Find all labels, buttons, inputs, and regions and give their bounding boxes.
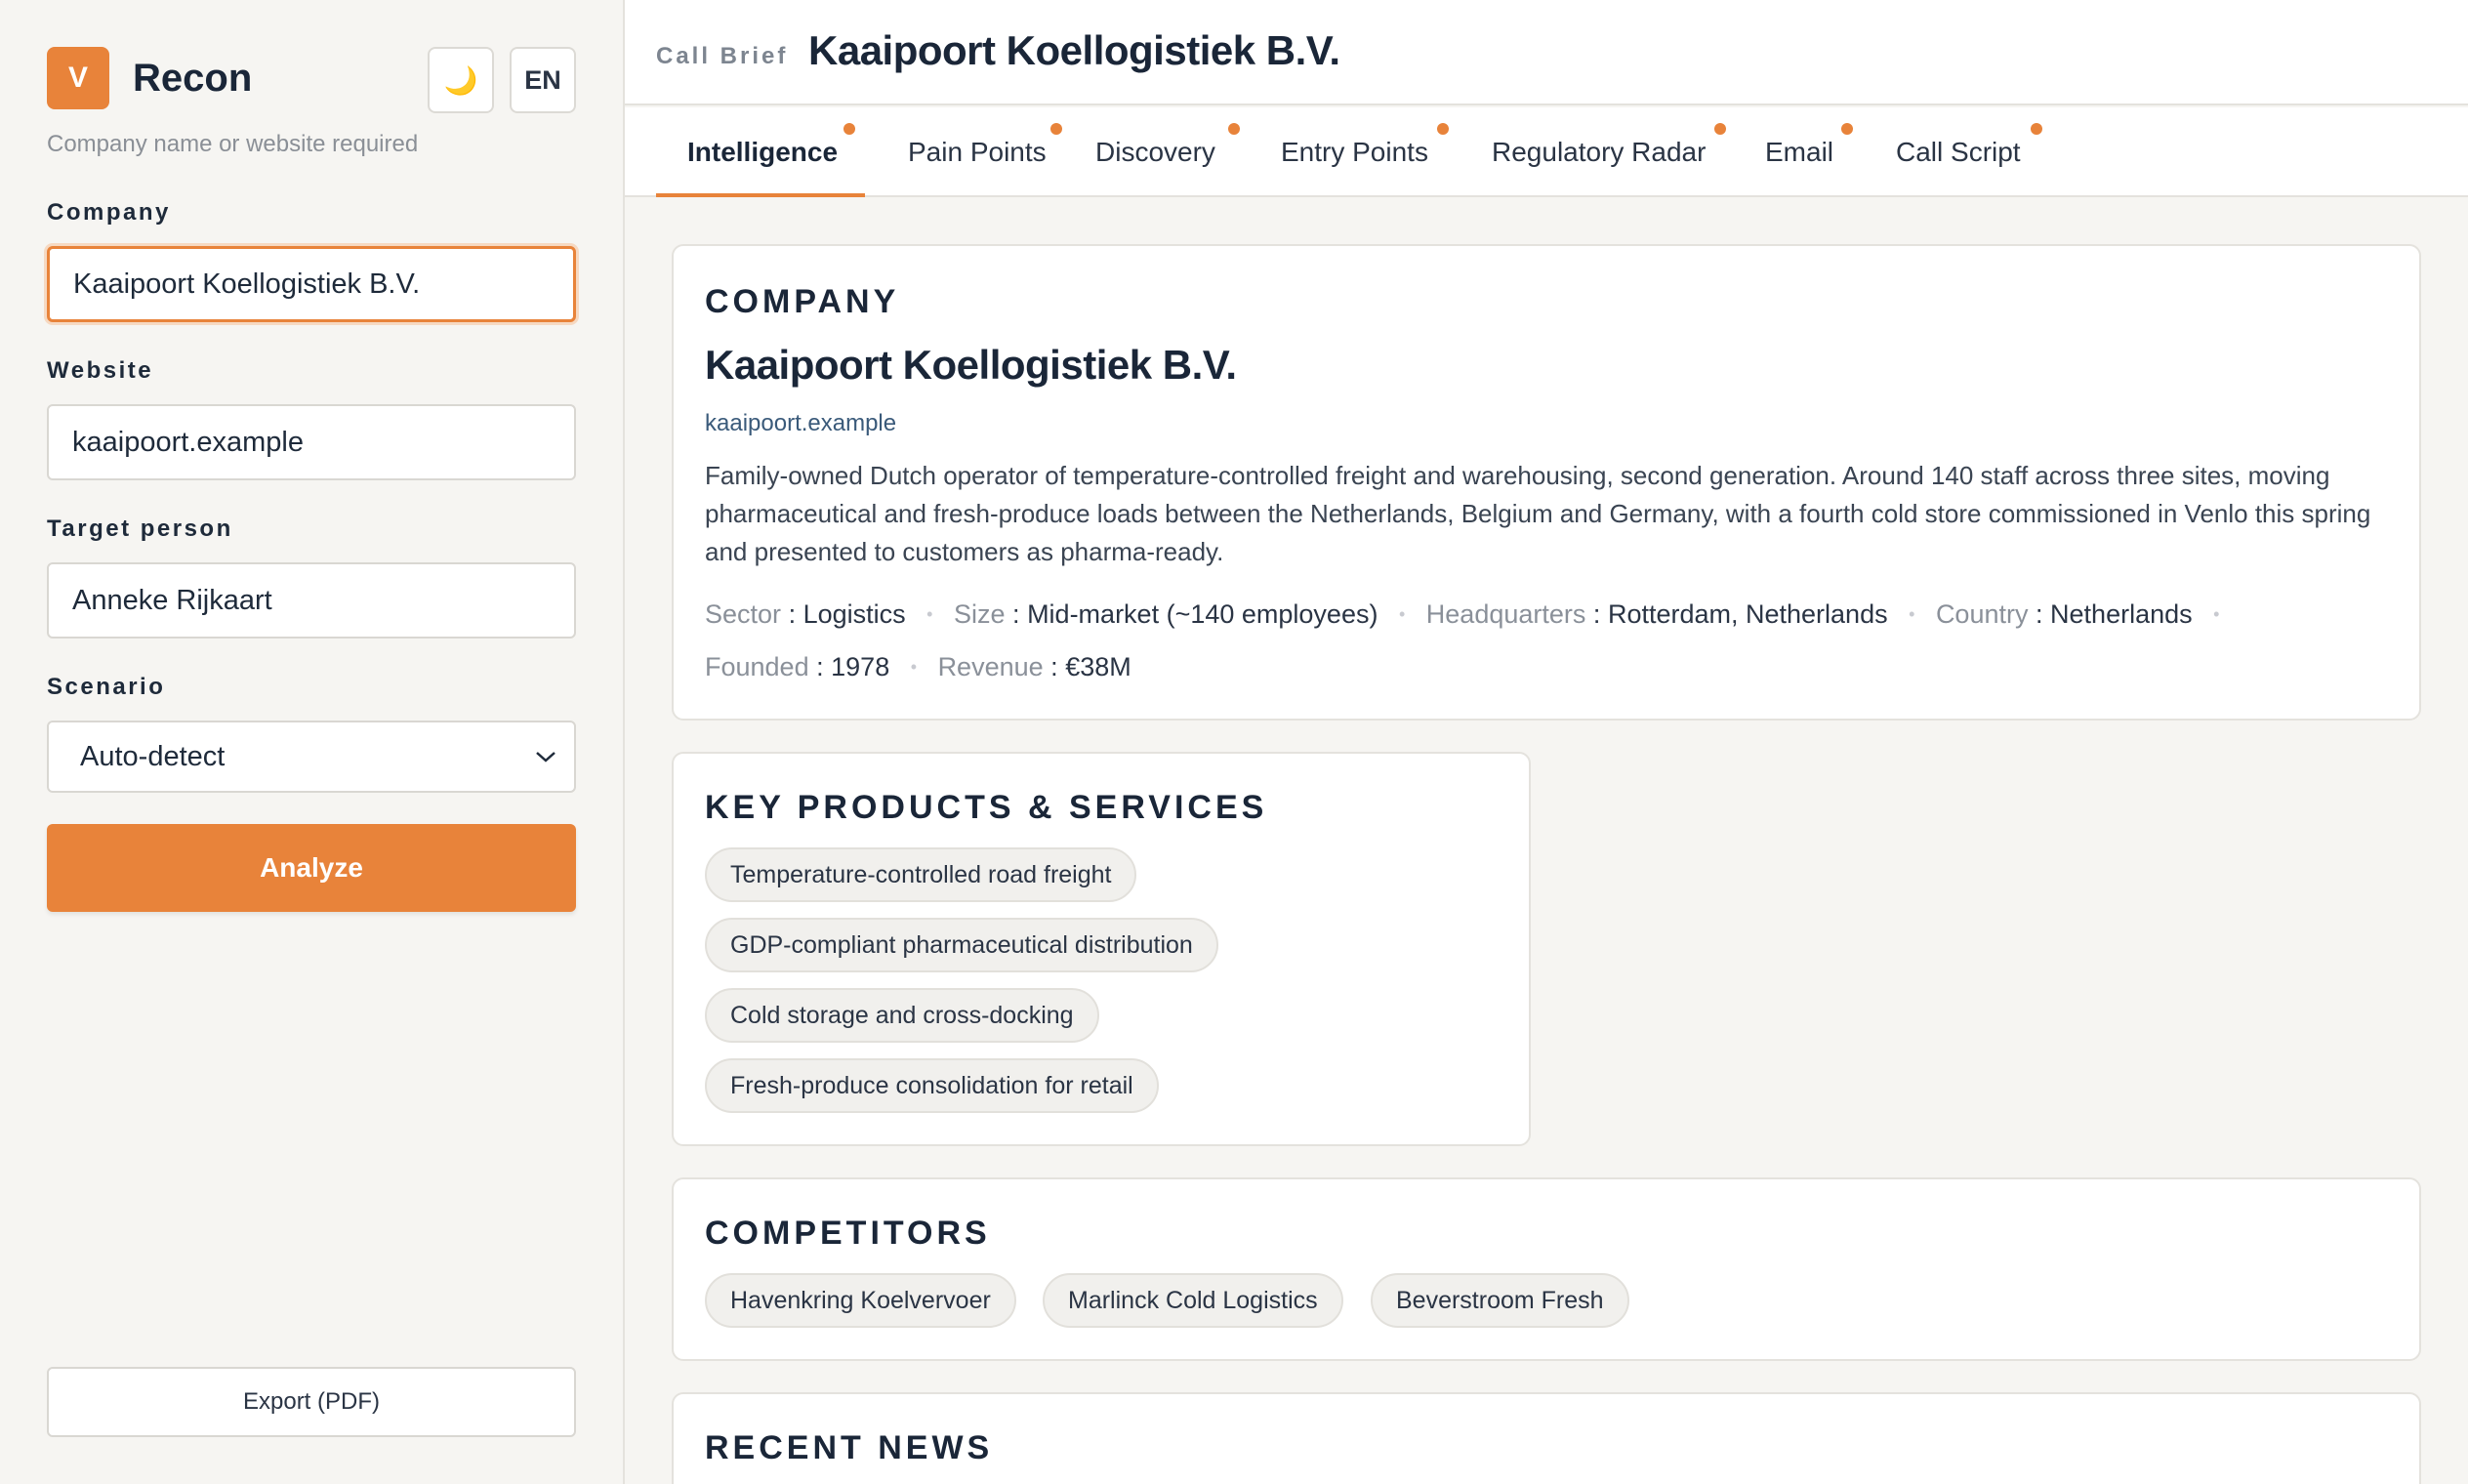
product-chip: Fresh-produce consolidation for retail [705, 1058, 1159, 1113]
separator-dot: • [1909, 604, 1915, 624]
product-chip: Cold storage and cross-docking [705, 988, 1099, 1043]
competitor-chip: Havenkring Koelvervoer [705, 1273, 1016, 1328]
website-label: Website [47, 357, 154, 384]
brand-name: Recon [133, 56, 253, 100]
company-heading: COMPANY [705, 283, 900, 320]
scenario-value: Auto-detect [80, 740, 226, 772]
tab-indicator-dot [2031, 123, 2042, 135]
form-hint: Company name or website required [47, 131, 419, 157]
brand-logo: V [47, 47, 109, 109]
tab-call-script[interactable]: Call Script [1896, 107, 2042, 197]
sector-key: Sector [705, 599, 782, 629]
tab-indicator-dot [1841, 123, 1853, 135]
scenario-select[interactable]: Auto-detect [47, 721, 576, 793]
page-title: Kaaipoort Koellogistiek B.V. [808, 27, 1340, 73]
target-person-label: Target person [47, 515, 233, 542]
target-person-input[interactable] [47, 562, 576, 639]
company-meta-row-2: Founded : 1978 • Revenue : €38M [705, 652, 1131, 682]
tab-indicator-dot [843, 123, 855, 135]
tab-label: Regulatory Radar [1492, 137, 1707, 167]
moon-icon: 🌙 [443, 64, 478, 96]
theme-toggle-button[interactable]: 🌙 [428, 47, 494, 113]
country-value: Netherlands [2050, 599, 2193, 629]
country-key: Country [1935, 599, 2029, 629]
colon: : [816, 652, 824, 681]
tab-indicator-dot [1714, 123, 1726, 135]
website-input[interactable] [47, 404, 576, 480]
revenue-key: Revenue [937, 652, 1044, 681]
competitors-heading: COMPETITORS [705, 1215, 991, 1252]
sidebar: V Recon 🌙 EN Company name or website req… [0, 0, 625, 1484]
sector-value: Logistics [802, 599, 906, 629]
tab-indicator-dot [1050, 123, 1062, 135]
tab-regulatory-radar[interactable]: Regulatory Radar [1492, 107, 1726, 197]
competitor-chip: Beverstroom Fresh [1371, 1273, 1629, 1328]
tab-label: Call Script [1896, 137, 2021, 167]
headquarters-value: Rotterdam, Netherlands [1607, 599, 1888, 629]
brief-eyebrow: Call Brief [656, 43, 789, 69]
company-label: Company [47, 199, 171, 226]
competitors-card: COMPETITORS Havenkring Koelvervoer Marli… [672, 1177, 2421, 1361]
competitor-chip: Marlinck Cold Logistics [1043, 1273, 1343, 1328]
colon: : [1050, 652, 1058, 681]
tab-indicator-dot [1437, 123, 1449, 135]
company-description: Family-owned Dutch operator of temperatu… [705, 461, 2371, 566]
tab-label: Discovery [1095, 137, 1215, 167]
company-card: COMPANY Kaaipoort Koellogistiek B.V. kaa… [672, 244, 2421, 721]
tab-label: Entry Points [1281, 137, 1428, 167]
tab-entry-points[interactable]: Entry Points [1281, 107, 1449, 197]
separator-dot: • [1398, 604, 1406, 624]
colon: : [2036, 599, 2043, 629]
company-meta-row-1: Sector : Logistics • Size : Mid-market (… [705, 599, 2233, 630]
language-button[interactable]: EN [510, 47, 576, 113]
tab-label: Pain Points [908, 137, 1047, 167]
tab-indicator-dot [1228, 123, 1240, 135]
top-header: Call Brief Kaaipoort Koellogistiek B.V. [625, 0, 2468, 105]
tab-email[interactable]: Email [1765, 107, 1853, 197]
product-chip: GDP-compliant pharmaceutical distributio… [705, 918, 1218, 972]
products-card: KEY PRODUCTS & SERVICES Temperature-cont… [672, 752, 1531, 1146]
tab-discovery[interactable]: Discovery [1095, 107, 1240, 197]
colon: : [1012, 599, 1020, 629]
scenario-label: Scenario [47, 674, 166, 700]
chevron-down-icon [535, 744, 556, 769]
tab-label: Intelligence [687, 137, 839, 167]
company-input[interactable] [47, 246, 576, 322]
founded-value: 1978 [831, 652, 890, 681]
products-heading: KEY PRODUCTS & SERVICES [705, 789, 1268, 826]
company-website-link[interactable]: kaaipoort.example [705, 410, 896, 437]
product-chip: Temperature-controlled road freight [705, 847, 1137, 902]
analyze-button[interactable]: Analyze [47, 824, 576, 912]
tab-intelligence[interactable]: Intelligence [687, 107, 855, 197]
colon: : [788, 599, 797, 629]
export-pdf-button[interactable]: Export (PDF) [47, 1367, 576, 1437]
separator-dot: • [2213, 604, 2220, 624]
company-name: Kaaipoort Koellogistiek B.V. [705, 342, 1237, 388]
active-tab-underline [656, 193, 865, 197]
tab-bar: Intelligence Pain Points Discovery Entry… [625, 107, 2468, 197]
separator-dot: • [926, 604, 933, 624]
recent-news-card: RECENT NEWS [672, 1392, 2421, 1484]
revenue-value: €38M [1065, 652, 1131, 681]
tab-pain-points[interactable]: Pain Points [908, 107, 1062, 197]
size-key: Size [953, 599, 1006, 629]
recent-news-heading: RECENT NEWS [705, 1429, 994, 1466]
separator-dot: • [910, 657, 918, 677]
tab-label: Email [1765, 137, 1834, 167]
colon: : [1592, 599, 1601, 629]
brand: V Recon [47, 47, 252, 109]
founded-key: Founded [705, 652, 809, 681]
size-value: Mid-market (~140 employees) [1027, 599, 1378, 629]
headquarters-key: Headquarters [1425, 599, 1586, 629]
